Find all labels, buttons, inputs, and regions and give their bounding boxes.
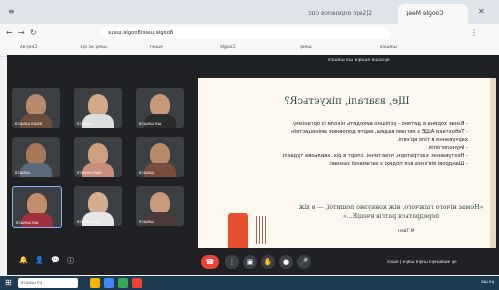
app-icon[interactable] bbox=[104, 278, 114, 288]
participant-tile[interactable]: ɐɔɯɘɯ ɐɯ bbox=[12, 186, 62, 228]
participant-avatar bbox=[27, 193, 47, 215]
raise-hand-icon[interactable]: ✋ bbox=[261, 255, 275, 269]
participant-avatar bbox=[150, 143, 170, 165]
folder-icon[interactable] bbox=[90, 278, 100, 288]
participant-avatar bbox=[26, 143, 46, 165]
participant-avatar bbox=[88, 94, 108, 116]
participant-tile[interactable]: ɐɔɯɘɯ ɐɯɐɘ bbox=[12, 88, 60, 128]
slide-author: М.Твен bbox=[398, 229, 415, 234]
slide-bullet: - Взнає хорина в дитяно - успішно виходи… bbox=[291, 121, 468, 127]
participant-avatar bbox=[88, 143, 108, 165]
participant-tile[interactable]: ɐɔɯɘɯ ɐɯ bbox=[136, 88, 184, 128]
tab-2[interactable]: ʇɘɘM ɘlɡooƆ bbox=[398, 4, 468, 24]
url-field[interactable]: ɘɹɘɯ.ɘlɡooƃ/ɘɘɯ.ɘlɡooƃ bbox=[100, 27, 390, 39]
taskbar-search[interactable]: ɐɔɯɐɯ ɐʞ bbox=[18, 278, 78, 288]
menu-icon[interactable]: ⋮ bbox=[470, 28, 478, 38]
start-icon[interactable]: ⊞ bbox=[5, 278, 15, 288]
window-menu-icon[interactable]: ≡ bbox=[8, 7, 15, 17]
participant-tile[interactable]: ɐɔɯɘɯ ɐɯ bbox=[74, 186, 122, 226]
meet-controls: 🔔 👤 💬 ⓘ ☎ ⋮ ▣ ✋ ● 🎤 ǝɔɯɐ | ɐʞɐɯ ɐʞɐɯ ɐʞɐ… bbox=[7, 250, 499, 275]
participant-tile[interactable]: ɐɔɯɘɯ bbox=[12, 137, 60, 177]
more-icon[interactable]: ⋮ bbox=[225, 255, 239, 269]
person-icon[interactable]: 👤 bbox=[35, 256, 44, 264]
chrome-icon[interactable] bbox=[132, 278, 142, 288]
tab-strip: ≡ ɔɪɪɔ ɘɔnɘɪɘʇno ɔʇɘ2|2 ʇɘɘM ɘlɡooƆ ✕ bbox=[0, 0, 499, 24]
camera-icon[interactable]: ● bbox=[279, 255, 293, 269]
presenter-label: ɐɔɯɐɯ ɐɯ ɐʞɐɯɘ ɐɯɔoʞɐ bbox=[328, 58, 390, 63]
app-icon[interactable] bbox=[118, 278, 128, 288]
back-icon[interactable]: ← bbox=[6, 28, 13, 38]
forward-icon[interactable]: → bbox=[18, 28, 25, 38]
bell-icon[interactable]: 🔔 bbox=[19, 256, 28, 264]
decorative-lines bbox=[256, 216, 268, 244]
mic-icon[interactable]: 🎤 bbox=[297, 255, 311, 269]
info-icon[interactable]: ⓘ bbox=[67, 256, 74, 266]
meeting-info: ǝɔɯɐ | ɐʞɐɯ ɐʞɐɯ ɐʞɐɯɐɯɐ ʞɐ bbox=[387, 259, 457, 264]
present-icon[interactable]: ▣ bbox=[243, 255, 257, 269]
participant-tile[interactable]: ɐɔɯɘɯ bbox=[74, 88, 122, 128]
participant-tile[interactable]: ɐɔɯɘɯ bbox=[136, 186, 184, 226]
slide-bullet: харчування в тіло вр'євлі. bbox=[397, 137, 468, 143]
slide-bullet: - Тебохтаки АЩЕ з легнем вадиш, варте до… bbox=[291, 129, 468, 135]
decorative-block bbox=[228, 213, 248, 248]
participant-avatar bbox=[88, 192, 108, 214]
presentation-slide: Ще, взагалі, пікуєтьсR? - Взнає хорина в… bbox=[198, 78, 496, 248]
slide-bullet-list: - Взнає хорина в дитяно - успішно виходи… bbox=[232, 120, 468, 168]
bookmark-item[interactable]: nɘɯɘ bbox=[150, 45, 163, 50]
chat-icon[interactable]: 💬 bbox=[51, 256, 60, 264]
bookmark-item[interactable]: ɘlɡooƆ bbox=[220, 45, 236, 50]
hangup-icon[interactable]: ☎ bbox=[201, 255, 219, 269]
close-icon[interactable]: ✕ bbox=[478, 7, 485, 17]
slide-title: Ще, взагалі, пікуєтьсR? bbox=[284, 96, 410, 107]
participant-avatar bbox=[150, 192, 170, 214]
participant-tile[interactable]: ɐɔɯɘɯ ɐɯɐ bbox=[74, 137, 122, 177]
participant-avatar bbox=[26, 94, 46, 116]
bookmark-item[interactable]: ɔʇǝ ɔɘ ʇɘɘɯ bbox=[80, 45, 107, 50]
bookmark-item[interactable]: ʎɐ·ʇɘɘƆ bbox=[20, 45, 37, 50]
tray-time: ɐɯ ɐʞ bbox=[481, 279, 494, 284]
participant-tile[interactable]: ɐɔɯɘɯ bbox=[136, 137, 184, 177]
browser-chrome: ≡ ɔɪɪɔ ɘɔnɘɪɘʇno ɔʇɘ2|2 ʇɘɘM ɘlɡooƆ ✕ ← … bbox=[0, 0, 499, 57]
taskbar: ⊞ ɐɔɯɐɯ ɐʞ ɐɯ ɐʞ bbox=[0, 276, 499, 290]
slide-bullet: - Нехтування: кастраторн, пластичні, спо… bbox=[281, 153, 468, 159]
bookmark-item[interactable]: ɐɔɯɘɯ bbox=[380, 45, 397, 50]
slide-quote: «Немає нічого гаіжчого, ніж конкуэно пош… bbox=[298, 204, 484, 220]
participant-avatar bbox=[150, 94, 170, 116]
reload-icon[interactable]: ↻ bbox=[30, 28, 37, 38]
bookmark-item[interactable]: ʇɘɘɯ bbox=[300, 45, 312, 50]
address-bar: ← → ↻ ɘɹɘɯ.ɘlɡooƃ/ɘɘɯ.ɘlɡooƃ ⋮ bbox=[0, 24, 499, 42]
slide-edge bbox=[490, 78, 496, 248]
tab-1[interactable]: ɔɪɪɔ ɘɔnɘɪɘʇno ɔʇɘ2|2 bbox=[300, 4, 395, 24]
slide-bullet: - Імунологопія. bbox=[427, 145, 468, 151]
slide-bullet: - Шандрові вів'єнза вся подихі з загаман… bbox=[328, 161, 468, 167]
